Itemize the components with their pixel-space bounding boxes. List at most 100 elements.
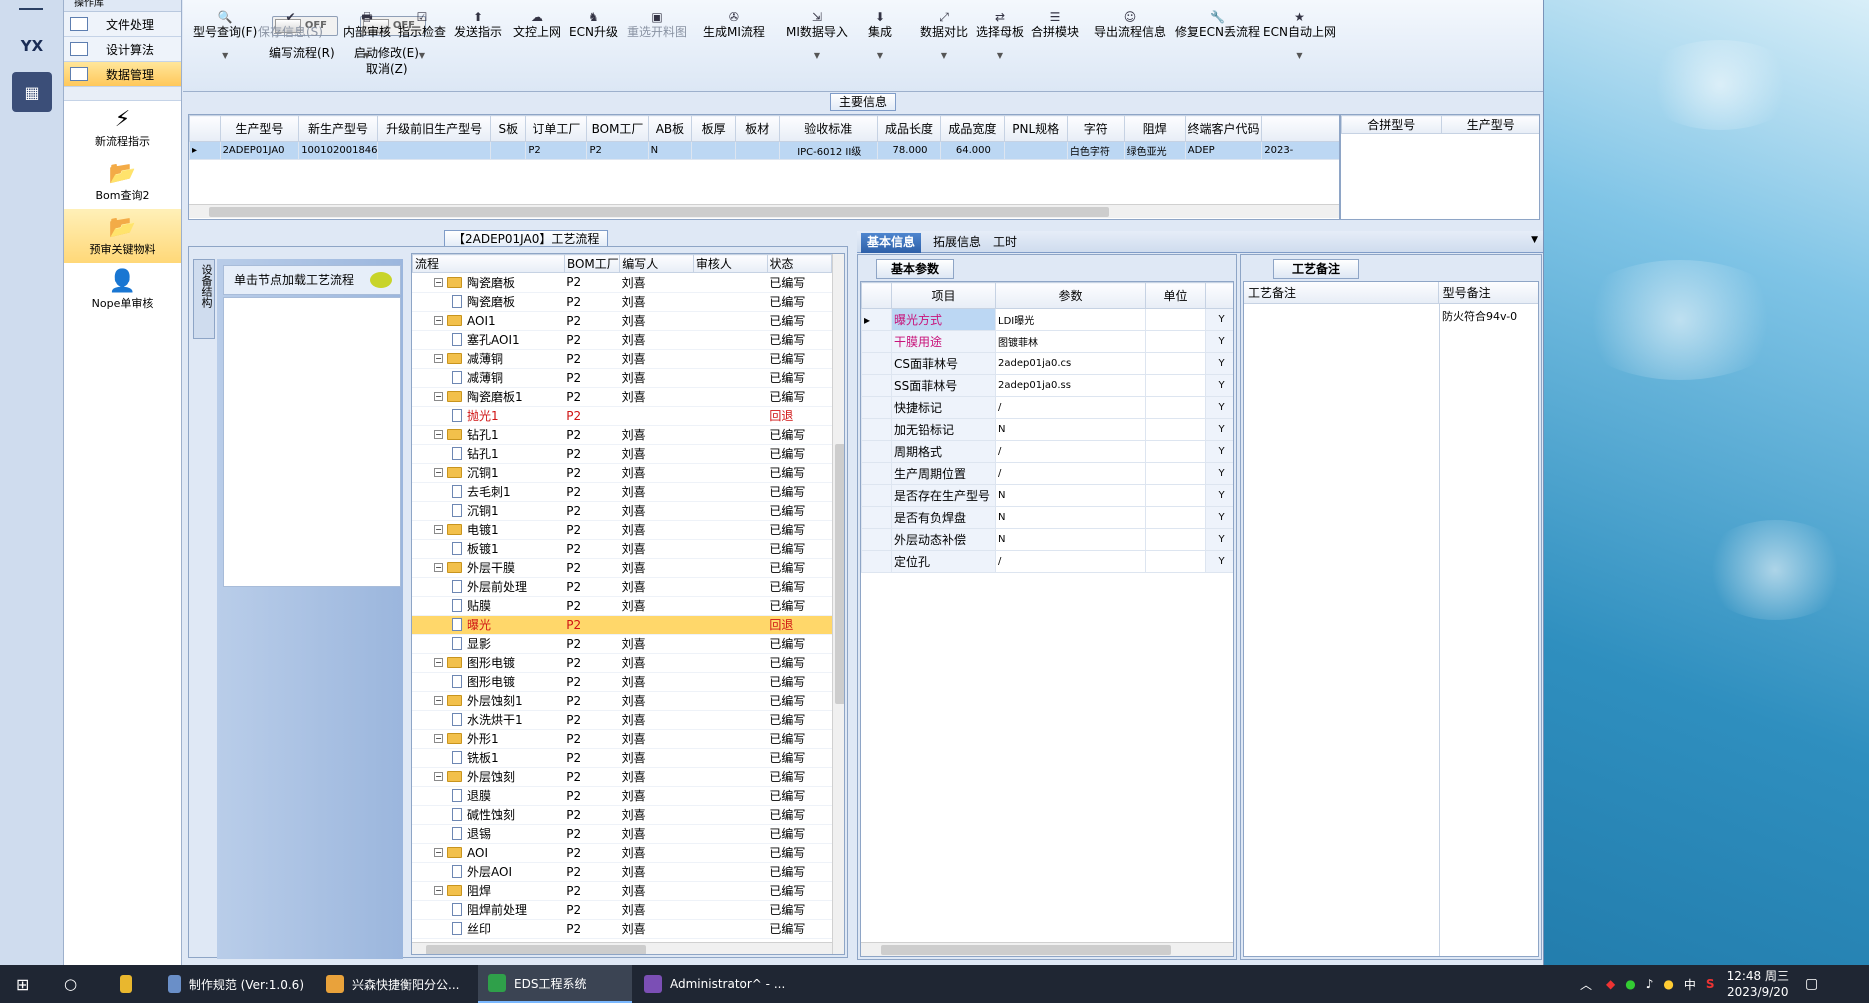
main-col-header[interactable]: 验收标准 (778, 115, 878, 142)
model-query-button[interactable]: 🔍 型号查询(F) ▼ (193, 10, 257, 64)
process-col-header[interactable]: 审核人 (692, 254, 768, 273)
collapse-icon[interactable]: − (434, 316, 443, 325)
process-col-header[interactable]: 流程 (412, 254, 565, 273)
main-cell[interactable] (490, 141, 527, 160)
param-value[interactable]: 2adep01ja0.ss (995, 374, 1146, 397)
menu-item-1[interactable]: 设计算法 (64, 37, 181, 62)
main-col-header[interactable]: 成品宽度 (940, 115, 1005, 142)
windows-start-icon[interactable]: ⊞ (6, 965, 46, 1003)
process-col-header[interactable]: 编写人 (619, 254, 694, 273)
main-col-header[interactable]: 升级前旧生产型号 (376, 115, 492, 142)
collapse-icon[interactable]: − (434, 277, 443, 287)
param-unit[interactable] (1145, 484, 1206, 507)
params-hscroll[interactable] (861, 942, 1233, 956)
toolbar-button-13[interactable]: ☺ 导出流程信息 (1094, 10, 1166, 40)
process-row[interactable]: 丝印 P2 刘喜 已编写 (412, 919, 832, 939)
tab-detail-0[interactable]: 基本信息 (861, 233, 922, 253)
process-row[interactable]: 贴膜 P2 刘喜 已编写 (412, 596, 832, 616)
param-row[interactable]: 定位孔 / Y (861, 550, 1233, 573)
main-col-header[interactable]: 生产型号 (219, 115, 300, 142)
process-row[interactable]: − 外层蚀刻 P2 刘喜 已编写 (412, 767, 832, 787)
process-row[interactable]: 减薄铜 P2 刘喜 已编写 (412, 368, 832, 388)
process-row[interactable]: − 外形1 P2 刘喜 已编写 (412, 729, 832, 749)
process-row[interactable]: − AOI1 P2 刘喜 已编写 (412, 311, 832, 331)
main-col-header[interactable]: PNL规格 (1003, 115, 1068, 142)
param-unit[interactable] (1145, 418, 1206, 441)
collapse-icon[interactable]: − (434, 734, 443, 743)
main-cell[interactable]: 78.000 (876, 141, 942, 160)
main-cell[interactable] (691, 141, 736, 160)
process-row[interactable]: 显影 P2 刘喜 已编写 (412, 634, 832, 654)
toolbar-button-2[interactable]: ☑ 指示检查 ▼ (398, 10, 446, 64)
param-unit[interactable] (1145, 308, 1206, 331)
param-row[interactable]: 是否存在生产型号 N Y (861, 484, 1233, 507)
main-cell[interactable]: 2ADEP01JA0 (219, 141, 300, 160)
main-info-hscroll[interactable] (189, 204, 1339, 218)
main-cell[interactable]: 64.000 (940, 141, 1005, 160)
collapse-icon[interactable]: − (434, 468, 443, 477)
taskbar-app-0[interactable]: 制作规范 (Ver:1.0.6) (158, 965, 314, 1003)
main-cell[interactable] (376, 141, 492, 160)
sub-item-2[interactable]: 📂 预审关键物料 (64, 209, 181, 263)
chevron-up-icon[interactable]: ︿ (1580, 976, 1592, 993)
chevron-down-icon[interactable]: ▼ (1531, 235, 1538, 245)
sub-item-1[interactable]: 📂 Bom查询2 (64, 155, 181, 209)
param-unit[interactable] (1145, 550, 1206, 573)
process-row[interactable]: 去毛刺1 P2 刘喜 已编写 (412, 482, 832, 502)
param-row[interactable]: 外层动态补偿 N Y (861, 528, 1233, 551)
notification-icon[interactable]: ▢ (1805, 976, 1818, 992)
param-unit[interactable] (1145, 352, 1206, 375)
yx-logo-icon[interactable]: YX (12, 26, 52, 66)
main-cell[interactable]: N (647, 141, 693, 160)
process-row[interactable]: 钻孔1 P2 刘喜 已编写 (412, 444, 832, 464)
collapse-icon[interactable]: − (434, 563, 443, 572)
model-note-value[interactable]: 防火符合94v-0 (1442, 308, 1517, 324)
collapse-icon[interactable]: − (434, 848, 443, 857)
process-row[interactable]: 外层前处理 P2 刘喜 已编写 (412, 577, 832, 597)
process-row[interactable]: − 外层干膜 P2 刘喜 已编写 (412, 558, 832, 578)
main-cell[interactable]: IPC-6012 II级 (778, 141, 878, 160)
tab-basic-params[interactable]: 基本参数 (876, 259, 955, 279)
process-row[interactable]: − 钻孔1 P2 刘喜 已编写 (412, 425, 832, 445)
main-cell[interactable] (734, 141, 780, 160)
param-unit[interactable] (1145, 330, 1206, 353)
param-unit[interactable] (1145, 374, 1206, 397)
process-row[interactable]: 抛光1 P2 回退 (412, 406, 832, 426)
ime-indicator[interactable]: 中 (1684, 976, 1696, 993)
toolbar-button-1[interactable]: 🖶 内部审核 ▼ (343, 10, 391, 64)
taskbar-app-1[interactable]: 兴森快捷衡阳分公... (316, 965, 476, 1003)
param-row[interactable]: 是否有负焊盘 N Y (861, 506, 1233, 529)
menu-item-2[interactable]: 数据管理 (64, 62, 181, 87)
process-row[interactable]: − 电镀1 P2 刘喜 已编写 (412, 520, 832, 540)
main-col-header[interactable]: 订单工厂 (525, 115, 588, 142)
file-explorer-icon[interactable] (110, 965, 150, 1003)
param-value[interactable]: / (995, 550, 1146, 573)
param-col-header[interactable]: 参数 (995, 282, 1146, 309)
menu-item-0[interactable]: 文件处理 (64, 12, 181, 37)
network-icon[interactable]: ◆ (1606, 977, 1615, 991)
param-row[interactable]: 周期格式 / Y (861, 440, 1233, 463)
param-unit[interactable] (1145, 440, 1206, 463)
toolbar-button-7[interactable]: ✇ 生成MI流程 (703, 10, 765, 40)
taskbar-app-2[interactable]: EDS工程系统 (478, 965, 632, 1003)
main-col-header[interactable]: 终端客户代码 (1184, 115, 1263, 142)
toolbar-button-5[interactable]: ♞ ECN升级 (569, 10, 618, 40)
toolbar-button-6[interactable]: ▣ 重选开料图 (627, 10, 687, 40)
process-tree-hscroll[interactable] (412, 942, 832, 954)
toolbar-button-3[interactable]: ⬆ 发送指示 (454, 10, 502, 40)
param-value[interactable]: / (995, 440, 1146, 463)
process-row[interactable]: 塞孔AOI1 P2 刘喜 已编写 (412, 330, 832, 350)
process-row[interactable]: 图形电镀 P2 刘喜 已编写 (412, 672, 832, 692)
main-col-header[interactable]: 板厚 (691, 115, 736, 142)
param-value[interactable]: LDI曝光 (995, 308, 1146, 331)
main-cell[interactable]: 白色字符 (1066, 141, 1125, 160)
main-col-header[interactable]: S板 (490, 115, 527, 142)
toolbar-button-14[interactable]: 🔧 修复ECN丢流程 (1175, 10, 1260, 40)
param-row[interactable]: SS面菲林号 2adep01ja0.ss Y (861, 374, 1233, 397)
main-col-header[interactable]: 字符 (1066, 115, 1125, 142)
param-row[interactable]: 生产周期位置 / Y (861, 462, 1233, 485)
main-col-header[interactable]: 成品长度 (876, 115, 942, 142)
process-row[interactable]: 曝光 P2 回退 (412, 615, 832, 635)
param-row[interactable]: ▸ 曝光方式 LDI曝光 Y (861, 308, 1233, 331)
param-value[interactable]: / (995, 462, 1146, 485)
